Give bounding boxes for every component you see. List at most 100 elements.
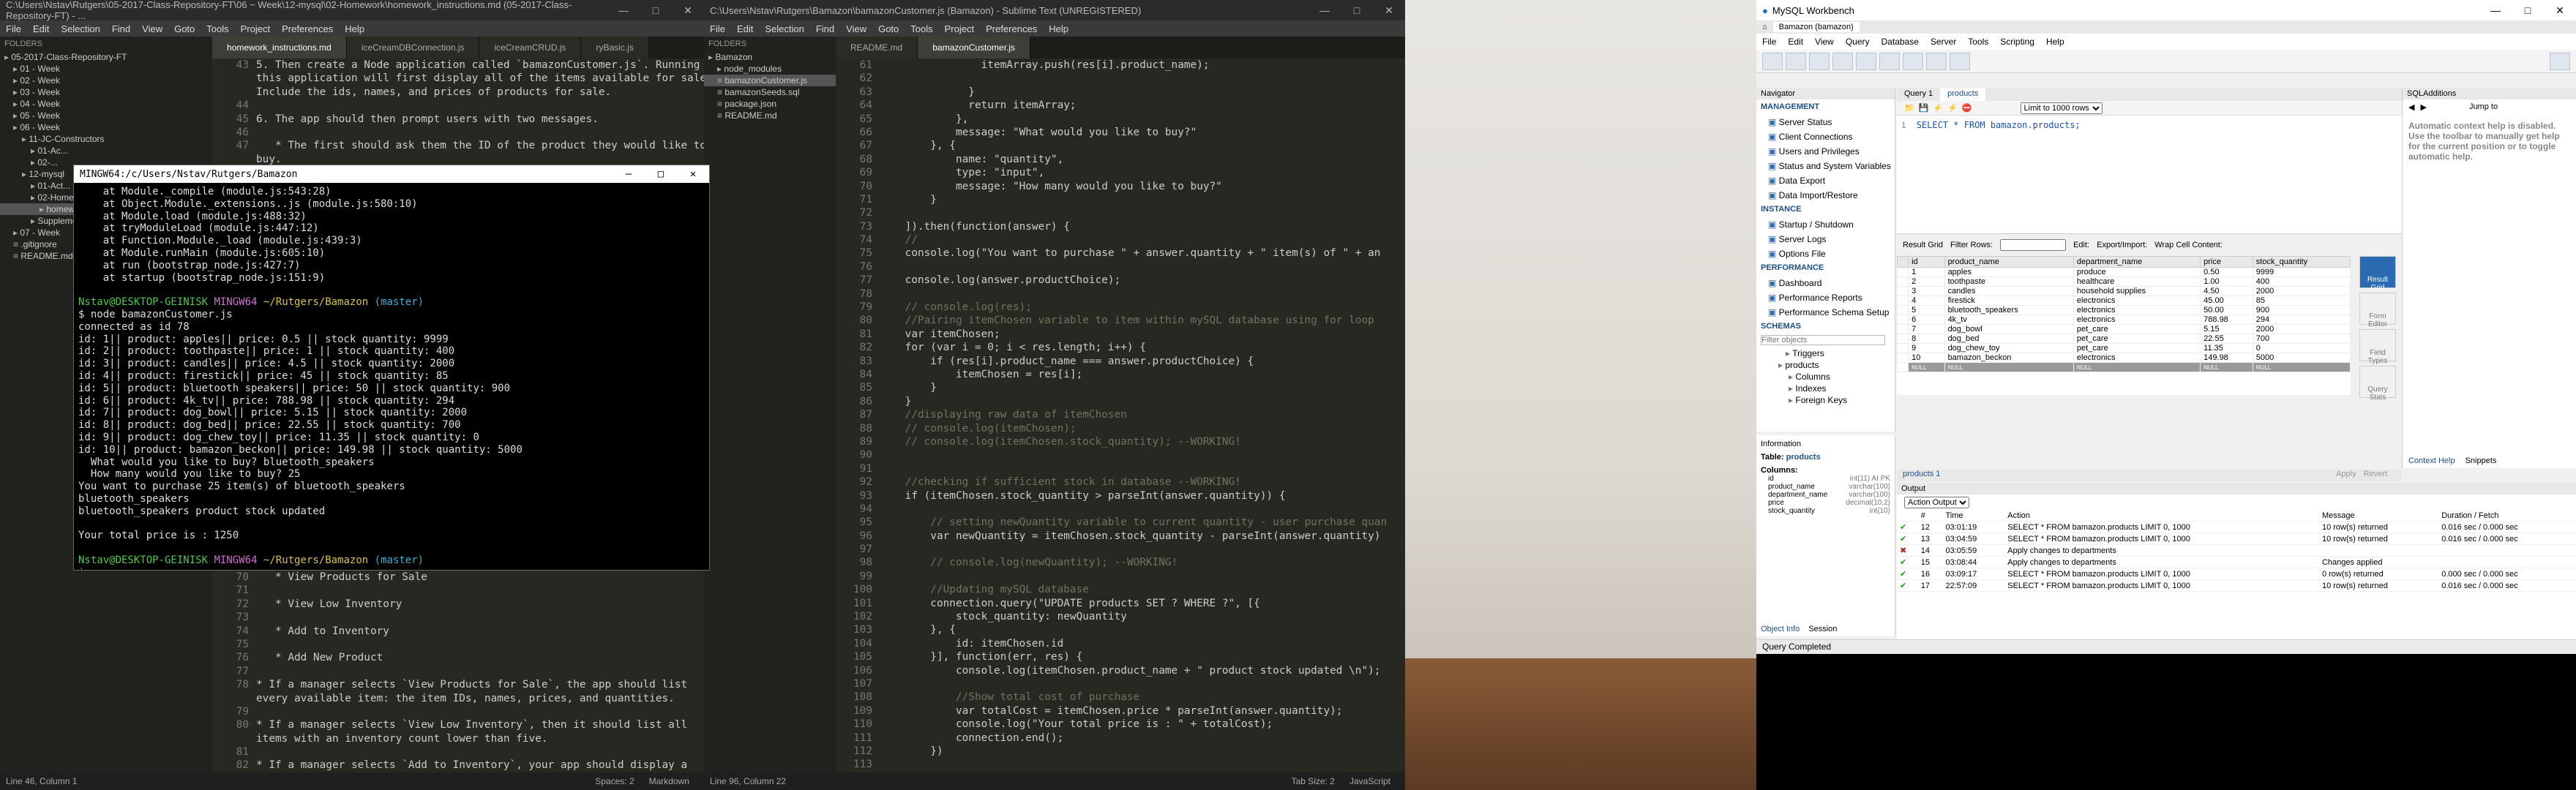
menu-item-file[interactable]: File (6, 23, 21, 34)
table-cell[interactable]: 45.00 (2200, 296, 2253, 306)
menu-item-query[interactable]: Query (1846, 37, 1870, 47)
file-tab[interactable]: README.md (836, 37, 918, 59)
file-tab[interactable]: bamazonCustomer.js (918, 37, 1031, 59)
tree-item[interactable]: ▸ 01-Ac... (0, 145, 212, 157)
gear-icon[interactable] (2550, 52, 2570, 70)
new-query-icon[interactable] (1762, 52, 1783, 70)
schema-tree-item[interactable]: ▸ Triggers (1756, 347, 1895, 358)
menu-item-goto[interactable]: Goto (878, 23, 899, 34)
close-icon[interactable]: ✕ (1373, 0, 1405, 20)
table-cell[interactable]: candles (1944, 286, 2074, 296)
mid-editor[interactable]: 61 itemArray.push(res[i].product_name); 6… (836, 59, 1398, 772)
create-view-icon[interactable] (1879, 52, 1900, 70)
column-header[interactable]: id (1908, 256, 1945, 268)
nav-item[interactable]: ▣ Data Export (1756, 173, 1895, 187)
tree-item[interactable]: ≡ bamazonSeeds.sql (704, 86, 836, 98)
minimize-icon[interactable]: — (613, 165, 645, 183)
nav-item[interactable]: ▣ Data Import/Restore (1756, 187, 1895, 202)
nav-item[interactable]: ▣ Performance Schema Setup (1756, 304, 1895, 319)
table-cell[interactable]: 85 (2252, 296, 2351, 306)
status-syntax[interactable]: Markdown (649, 776, 689, 786)
nav-item[interactable]: ▣ Dashboard (1756, 275, 1895, 290)
menu-item-view[interactable]: View (846, 23, 866, 34)
table-cell[interactable]: bluetooth_speakers (1944, 305, 2074, 315)
output-row[interactable]: ✔ 16 03:09:17 SELECT * FROM bamazon.product… (1897, 568, 2576, 580)
menu-item-help[interactable]: Help (2046, 37, 2064, 47)
table-cell[interactable]: 6 (1908, 315, 1945, 325)
maximize-icon[interactable]: □ (645, 165, 677, 183)
menu-item-tools[interactable]: Tools (206, 23, 228, 34)
snippets-tab[interactable]: Snippets (2465, 456, 2497, 465)
table-cell[interactable]: 7 (1908, 324, 1945, 334)
menu-item-find[interactable]: Find (816, 23, 834, 34)
tree-item[interactable]: ▸ Bamazon (704, 51, 836, 63)
table-cell[interactable]: firestick (1944, 296, 2074, 306)
object-info-tab[interactable]: Object Info (1761, 625, 1800, 633)
menu-item-help[interactable]: Help (1049, 23, 1068, 34)
menu-item-edit[interactable]: Edit (1788, 37, 1803, 47)
table-cell[interactable]: toothpaste (1944, 276, 2074, 287)
nav-item[interactable]: ▣ Status and System Variables (1756, 158, 1895, 173)
create-procedure-icon[interactable] (1903, 52, 1923, 70)
table-row[interactable]: 8 dog_bed pet_care 22.55 700 (1896, 334, 2351, 344)
table-cell[interactable]: 2000 (2252, 324, 2351, 334)
table-cell[interactable]: 8 (1908, 334, 1945, 344)
wrap-label[interactable]: Wrap Cell Content: (2154, 241, 2223, 249)
sql-editor[interactable]: SELECT * FROM bamazon.products; (1911, 116, 2103, 135)
table-cell[interactable]: electronics (2073, 305, 2201, 315)
schema-tree-item[interactable]: ▸ Columns (1756, 370, 1895, 382)
table-row[interactable]: NULL NULL NULL NULL NULL (1896, 362, 2351, 372)
table-cell[interactable]: apples (1944, 267, 2074, 277)
table-cell[interactable]: 11.35 (2200, 343, 2253, 353)
table-cell[interactable]: 788.98 (2200, 315, 2253, 325)
table-cell[interactable]: pet_care (2073, 334, 2201, 344)
column-header[interactable]: price (2200, 256, 2253, 268)
table-row[interactable]: 4 firestick electronics 45.00 85 (1896, 296, 2351, 306)
tree-item[interactable]: ≡ bamazonCustomer.js (704, 75, 836, 86)
result-grid[interactable]: id product_name department_name price stock_… (1896, 256, 2351, 395)
table-cell[interactable]: NULL (2073, 362, 2201, 372)
open-sql-icon[interactable] (1786, 52, 1806, 70)
output-row[interactable]: ✖ 14 03:05:59 Apply changes to departments (1897, 544, 2576, 557)
tree-item[interactable]: ▸ 05 - Week (0, 110, 212, 121)
home-icon[interactable]: ⌂ (1762, 23, 1767, 31)
table-cell[interactable]: NULL (2252, 362, 2351, 372)
table-cell[interactable]: 294 (2252, 315, 2351, 325)
menu-item-edit[interactable]: Edit (33, 23, 49, 34)
nav-item[interactable]: ▣ Startup / Shutdown (1756, 217, 1895, 231)
action-output-select[interactable]: Action Output (1904, 497, 1969, 508)
menu-item-file[interactable]: File (710, 23, 725, 34)
output-row[interactable]: ✔ 13 03:04:59 SELECT * FROM bamazon.product… (1897, 533, 2576, 545)
file-tab[interactable]: homework_instructions.md (212, 37, 347, 59)
limit-rows-select[interactable]: Limit to 1000 rows (2020, 102, 2103, 114)
column-header[interactable]: department_name (2073, 256, 2201, 268)
apply-button[interactable]: Apply (2336, 470, 2356, 481)
menu-item-project[interactable]: Project (945, 23, 974, 34)
table-row[interactable]: 6 4k_tv electronics 788.98 294 (1896, 315, 2351, 325)
table-cell[interactable]: bamazon_beckon (1944, 353, 2074, 363)
connection-tab[interactable]: Bamazon (bamazon) (1772, 22, 1860, 32)
table-cell[interactable]: dog_bed (1944, 334, 2074, 344)
table-cell[interactable]: 149.98 (2200, 353, 2253, 363)
tree-item[interactable]: ▸ 01 - Week (0, 63, 212, 75)
back-icon[interactable]: ◀ (2408, 102, 2414, 112)
file-tab[interactable]: ryBasic.js (581, 37, 649, 59)
menu-item-scripting[interactable]: Scripting (2000, 37, 2034, 47)
menu-item-edit[interactable]: Edit (737, 23, 753, 34)
menu-item-tools[interactable]: Tools (910, 23, 932, 34)
inspector-icon[interactable] (1809, 52, 1830, 70)
side-view-button[interactable]: Form Editor (2359, 293, 2396, 328)
maximize-icon[interactable]: □ (2512, 0, 2544, 20)
menu-item-project[interactable]: Project (241, 23, 270, 34)
nav-item[interactable]: ▣ Client Connections (1756, 129, 1895, 143)
minimize-icon[interactable]: — (1308, 0, 1341, 20)
side-view-button[interactable]: Result Grid (2359, 256, 2396, 292)
session-tab[interactable]: Session (1808, 625, 1837, 633)
table-row[interactable]: 5 bluetooth_speakers electronics 50.00 900 (1896, 305, 2351, 315)
filter-rows-input[interactable] (2000, 239, 2067, 251)
table-cell[interactable]: electronics (2073, 315, 2201, 325)
minimize-icon[interactable]: — (2479, 0, 2512, 20)
tree-item[interactable]: ▸ 06 - Week (0, 121, 212, 133)
table-cell[interactable]: NULL (1944, 362, 2074, 372)
table-cell[interactable]: 22.55 (2200, 334, 2253, 344)
